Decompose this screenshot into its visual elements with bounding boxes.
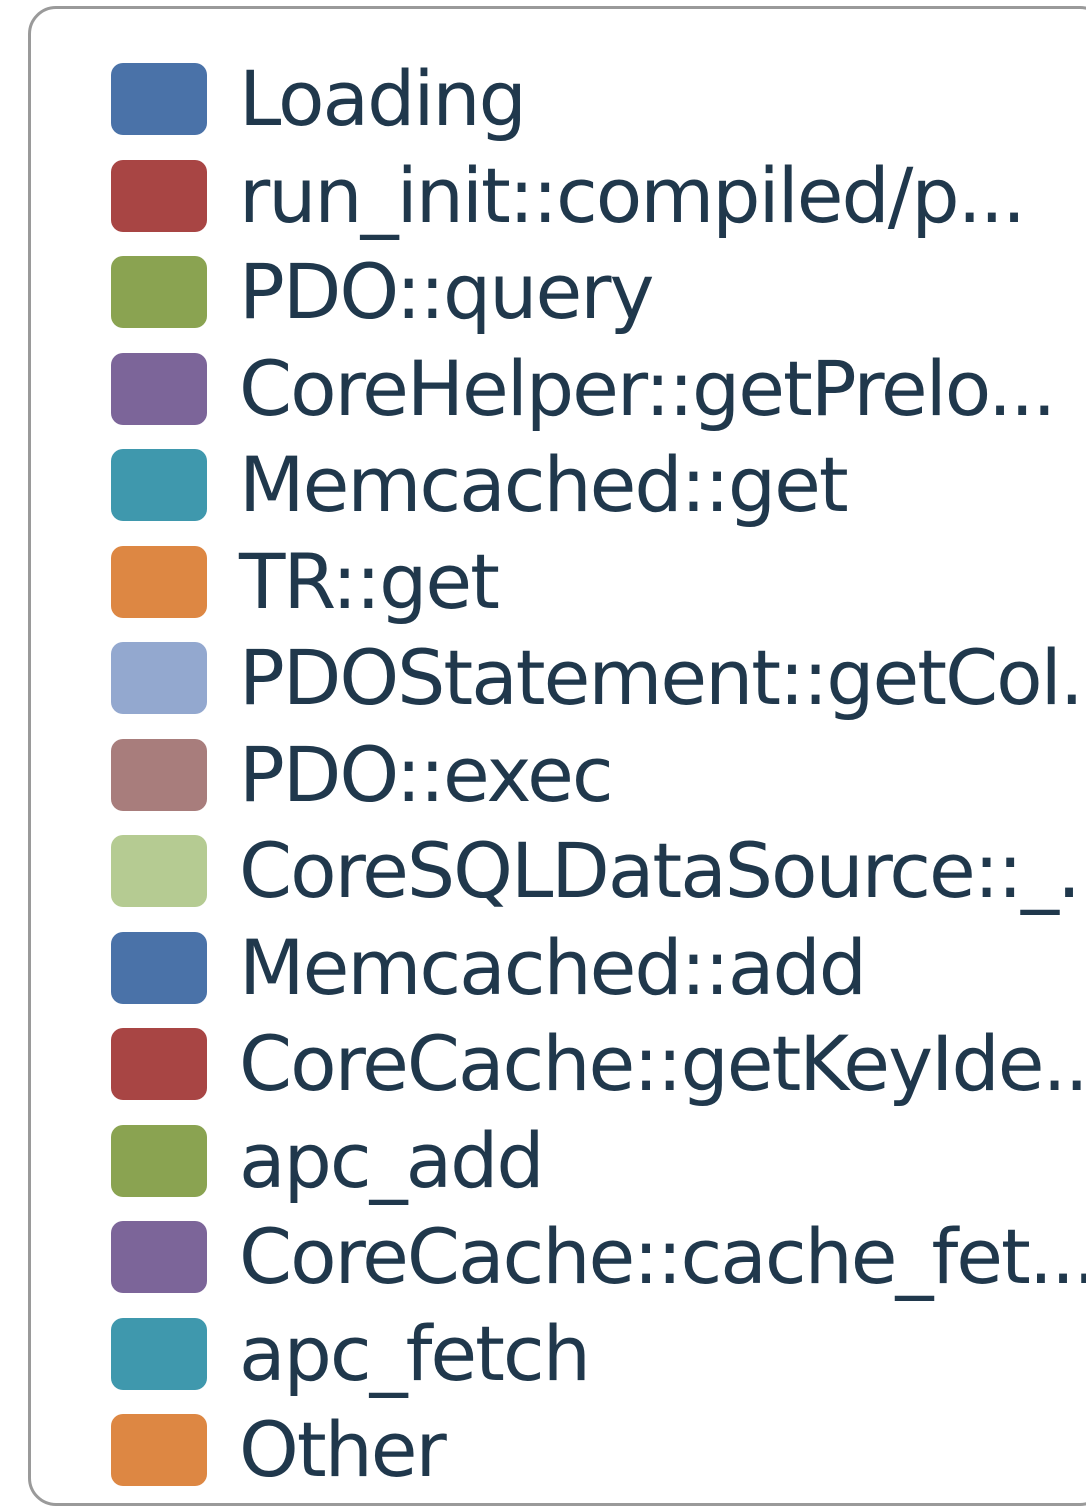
legend-swatch bbox=[111, 835, 207, 908]
legend-item[interactable]: Memcached::add bbox=[111, 920, 1086, 1017]
chart-legend: Loading run_init::compiled/p... PDO::que… bbox=[28, 6, 1086, 1506]
legend-item[interactable]: CoreCache::cache_fet... bbox=[111, 1209, 1086, 1306]
legend-swatch bbox=[111, 931, 207, 1004]
legend-label: TR::get bbox=[239, 536, 500, 626]
legend-label: Memcached::get bbox=[239, 440, 849, 530]
legend-swatch bbox=[111, 1028, 207, 1101]
legend-item[interactable]: Memcached::get bbox=[111, 437, 1086, 534]
legend-swatch bbox=[111, 449, 207, 522]
legend-item[interactable]: CoreHelper::getPrelo... bbox=[111, 341, 1086, 438]
legend-swatch bbox=[111, 1221, 207, 1294]
legend-swatch bbox=[111, 256, 207, 329]
legend-label: CoreCache::getKeyIde... bbox=[239, 1019, 1086, 1109]
legend-swatch bbox=[111, 63, 207, 136]
legend-list: Loading run_init::compiled/p... PDO::que… bbox=[111, 51, 1086, 1499]
legend-swatch bbox=[111, 352, 207, 425]
legend-item[interactable]: run_init::compiled/p... bbox=[111, 148, 1086, 245]
legend-label: apc_fetch bbox=[239, 1308, 591, 1398]
legend-label: CoreSQLDataSource::_... bbox=[239, 826, 1086, 916]
legend-item[interactable]: TR::get bbox=[111, 534, 1086, 631]
legend-label: PDO::query bbox=[239, 247, 654, 337]
legend-label: Memcached::add bbox=[239, 922, 867, 1012]
legend-label: run_init::compiled/p... bbox=[239, 150, 1026, 240]
legend-label: Other bbox=[239, 1405, 447, 1495]
legend-item[interactable]: CoreSQLDataSource::_... bbox=[111, 823, 1086, 920]
legend-swatch bbox=[111, 545, 207, 618]
legend-label: PDO::exec bbox=[239, 729, 614, 819]
legend-item[interactable]: apc_fetch bbox=[111, 1306, 1086, 1403]
legend-item[interactable]: Loading bbox=[111, 51, 1086, 148]
legend-swatch bbox=[111, 738, 207, 811]
legend-item[interactable]: CoreCache::getKeyIde... bbox=[111, 1016, 1086, 1113]
legend-item[interactable]: Other bbox=[111, 1402, 1086, 1499]
legend-item[interactable]: apc_add bbox=[111, 1113, 1086, 1210]
legend-swatch bbox=[111, 159, 207, 232]
legend-swatch bbox=[111, 1317, 207, 1390]
legend-item[interactable]: PDO::query bbox=[111, 244, 1086, 341]
legend-label: apc_add bbox=[239, 1115, 545, 1205]
legend-swatch bbox=[111, 1414, 207, 1487]
legend-item[interactable]: PDO::exec bbox=[111, 727, 1086, 824]
legend-label: CoreCache::cache_fet... bbox=[239, 1212, 1086, 1302]
legend-label: Loading bbox=[239, 54, 527, 144]
legend-label: CoreHelper::getPrelo... bbox=[239, 343, 1056, 433]
legend-swatch bbox=[111, 642, 207, 715]
legend-swatch bbox=[111, 1124, 207, 1197]
legend-item[interactable]: PDOStatement::getCol... bbox=[111, 630, 1086, 727]
legend-label: PDOStatement::getCol... bbox=[239, 633, 1086, 723]
